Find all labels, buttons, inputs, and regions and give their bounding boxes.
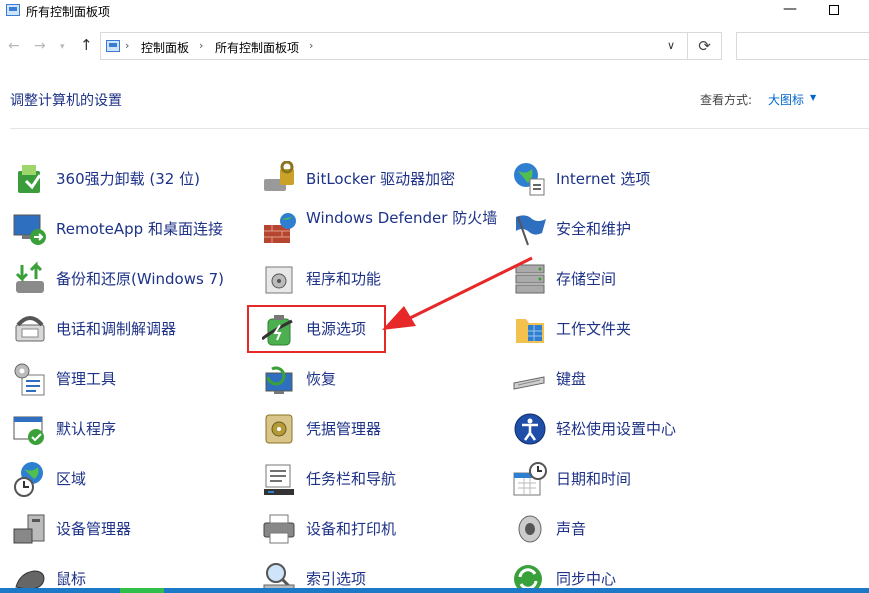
programs-icon xyxy=(265,266,293,294)
header-divider xyxy=(10,128,869,129)
address-bar[interactable]: › 控制面板 › 所有控制面板项 › ∨ xyxy=(100,32,688,60)
item-label: 设备和打印机 xyxy=(306,520,397,538)
taskbar-icon xyxy=(264,464,294,495)
view-by-dropdown[interactable]: 大图标 xyxy=(768,91,804,108)
item-label: 键盘 xyxy=(556,370,587,388)
date-time-icon xyxy=(513,462,547,496)
highlight-box xyxy=(247,305,386,353)
item-label: 同步中心 xyxy=(556,570,617,588)
item-label: 声音 xyxy=(556,520,587,538)
region-icon xyxy=(14,462,43,497)
page-title: 调整计算机的设置 xyxy=(10,93,122,109)
credential-manager-icon xyxy=(265,414,293,444)
firewall-icon xyxy=(264,213,296,243)
item-label: 区域 xyxy=(56,470,87,488)
view-by-caret-icon[interactable]: ▼ xyxy=(810,93,816,102)
item-label: 凭据管理器 xyxy=(306,420,382,438)
internet-options-icon xyxy=(514,163,545,196)
default-programs-icon xyxy=(13,416,44,445)
phone-modem-icon xyxy=(15,316,45,342)
item-label: RemoteApp 和桌面连接 xyxy=(56,220,223,238)
refresh-button[interactable]: ⟳ xyxy=(688,32,722,60)
maximize-icon xyxy=(829,5,839,15)
breadcrumb-separator[interactable]: › xyxy=(309,39,313,52)
search-input[interactable] xyxy=(736,32,869,60)
recent-locations-chevron-icon[interactable]: ▾ xyxy=(60,42,65,52)
item-label: 360强力卸载 (32 位) xyxy=(56,170,200,188)
item-label: 备份和还原(Windows 7) xyxy=(56,270,224,288)
recovery-icon xyxy=(265,366,293,394)
sound-icon xyxy=(518,515,542,543)
taskbar-app-indicator xyxy=(120,588,164,593)
back-arrow-icon[interactable]: ← xyxy=(8,38,20,54)
address-dropdown-chevron-icon[interactable]: ∨ xyxy=(667,39,675,52)
item-label: 设备管理器 xyxy=(56,520,132,538)
breadcrumb-separator[interactable]: › xyxy=(125,39,129,52)
window-title: 所有控制面板项 xyxy=(26,5,111,19)
item-label: 轻松使用设置中心 xyxy=(556,420,677,438)
ease-of-access-icon xyxy=(514,413,546,445)
device-manager-icon xyxy=(13,514,45,544)
control-panel-icon xyxy=(6,4,20,16)
item-label: 鼠标 xyxy=(56,570,87,588)
uninstall-icon xyxy=(18,165,42,193)
item-label: 日期和时间 xyxy=(556,470,632,488)
backup-icon xyxy=(15,261,44,293)
up-arrow-icon[interactable]: ↑ xyxy=(80,36,93,54)
title-bar: 所有控制面板项 — xyxy=(0,0,869,22)
item-label: 默认程序 xyxy=(56,420,117,438)
breadcrumb-all-items[interactable]: 所有控制面板项 xyxy=(215,39,299,56)
admin-tools-icon xyxy=(14,363,45,396)
item-label: BitLocker 驱动器加密 xyxy=(306,170,456,188)
forward-arrow-icon[interactable]: → xyxy=(34,38,46,54)
security-flag-icon xyxy=(516,215,546,246)
item-label: 任务栏和导航 xyxy=(306,470,397,488)
item-label: Windows Defender 防火墙 xyxy=(306,209,498,227)
address-control-panel-icon xyxy=(106,40,120,52)
minimize-button[interactable]: — xyxy=(778,0,802,22)
bitlocker-icon xyxy=(264,161,294,191)
item-label: 安全和维护 xyxy=(556,220,632,238)
breadcrumb-separator[interactable]: › xyxy=(199,39,203,52)
view-by-label: 查看方式: xyxy=(700,93,753,107)
navigation-bar: ← → ▾ ↑ › 控制面板 › 所有控制面板项 › ∨ ⟳ xyxy=(0,30,869,62)
breadcrumb-control-panel[interactable]: 控制面板 xyxy=(141,39,189,56)
item-label: 索引选项 xyxy=(306,570,367,588)
annotation-arrow-icon xyxy=(382,256,533,330)
maximize-button[interactable] xyxy=(822,0,846,22)
item-label: 工作文件夹 xyxy=(556,320,632,338)
keyboard-icon xyxy=(513,376,545,390)
printer-icon xyxy=(263,514,295,544)
item-label: 恢复 xyxy=(306,370,337,388)
remoteapp-icon xyxy=(13,214,46,245)
item-label: 电话和调制解调器 xyxy=(56,320,177,338)
item-label: 存储空间 xyxy=(556,270,617,288)
item-label: 管理工具 xyxy=(56,370,117,388)
item-label: Internet 选项 xyxy=(556,170,651,188)
